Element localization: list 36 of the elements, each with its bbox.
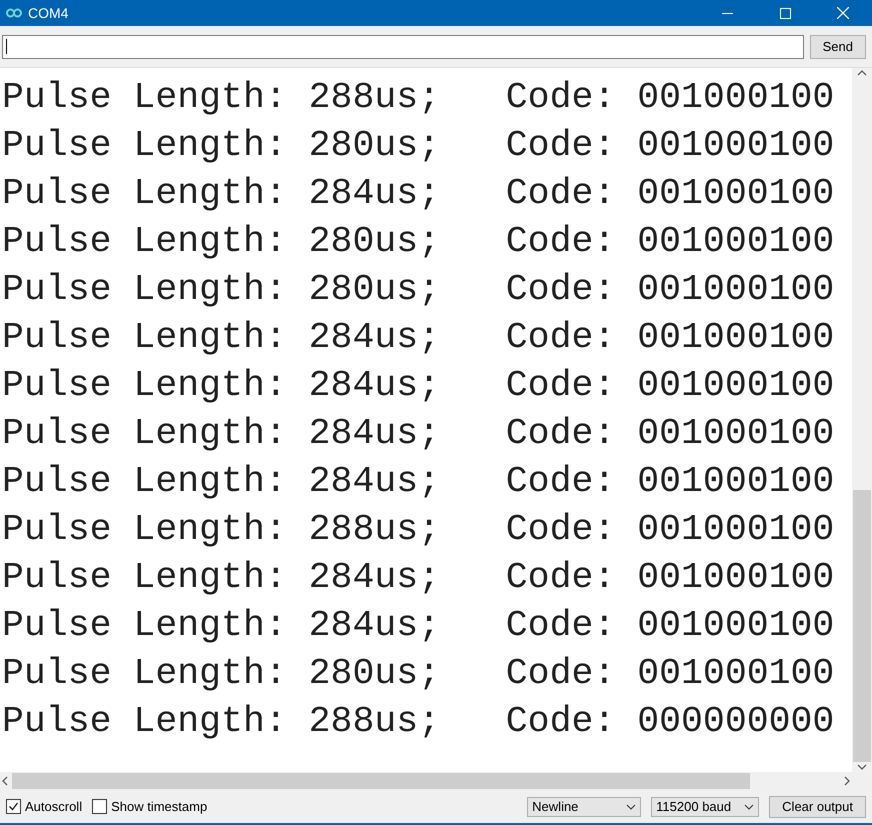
- close-icon: [837, 7, 849, 19]
- serial-output-line: Pulse Length: 284us; Code: 001000100: [1, 604, 836, 648]
- serial-output-line: Pulse Length: 280us; Code: 001000100: [1, 124, 836, 168]
- app-logo-icon: [6, 8, 22, 18]
- window-title: COM4: [28, 5, 70, 21]
- serial-output-line: Pulse Length: 284us; Code: 001000100: [1, 172, 836, 216]
- serial-output-line: Pulse Length: 280us; Code: 001000100: [1, 268, 836, 312]
- scroll-down-icon[interactable]: [857, 762, 867, 772]
- scroll-right-icon[interactable]: [842, 776, 852, 786]
- serial-output-line: Pulse Length: 280us; Code: 001000100: [1, 652, 836, 696]
- scroll-up-icon[interactable]: [857, 68, 867, 78]
- serial-output-line: Pulse Length: 280us; Code: 001000100: [1, 220, 836, 264]
- horizontal-scrollbar[interactable]: [0, 772, 852, 790]
- serial-output-line: Pulse Length: 288us; Code: 001000100: [1, 508, 836, 552]
- checkmark-icon: [8, 801, 19, 812]
- serial-output-line: Pulse Length: 284us; Code: 001000100: [1, 316, 836, 360]
- checkbox[interactable]: [6, 799, 21, 814]
- serial-output-line: Pulse Length: 284us; Code: 001000100: [1, 412, 836, 456]
- maximize-icon: [780, 8, 790, 18]
- serial-output-line: Pulse Length: 284us; Code: 001000100: [1, 364, 836, 408]
- vertical-scrollbar[interactable]: [852, 68, 872, 772]
- caret-icon: [744, 804, 754, 810]
- clear-output-button[interactable]: Clear output: [769, 796, 866, 818]
- send-button[interactable]: Send: [810, 34, 866, 58]
- serial-output-line: Pulse Length: 288us; Code: 001000100: [1, 76, 836, 120]
- line-ending-dropdown[interactable]: Newline: [527, 796, 642, 816]
- serial-output-line: Pulse Length: 284us; Code: 001000100: [1, 460, 836, 504]
- serial-output-line: Pulse Length: 288us; Code: 000000000: [1, 700, 836, 744]
- checkbox-label: Show timestamp: [111, 799, 208, 814]
- checkbox-label: Autoscroll: [25, 799, 82, 814]
- caret-icon: [626, 804, 636, 810]
- baud-rate-dropdown[interactable]: 115200 baud: [651, 796, 760, 816]
- scroll-left-icon[interactable]: [0, 776, 10, 786]
- message-input-field[interactable]: [2, 34, 804, 58]
- serial-output-line: Pulse Length: 284us; Code: 001000100: [1, 556, 836, 600]
- checkbox[interactable]: [92, 799, 108, 814]
